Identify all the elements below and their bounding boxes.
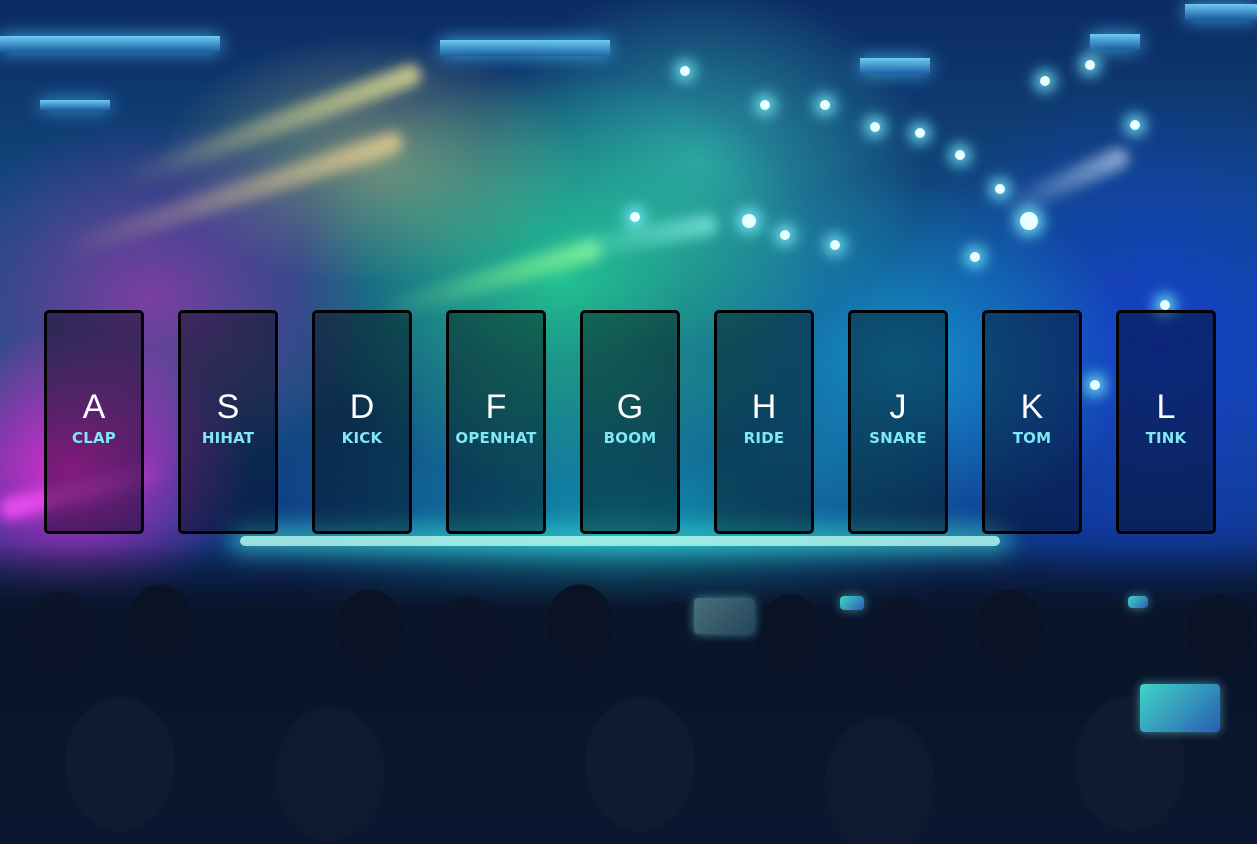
key-sound-label: KICK (341, 429, 383, 447)
drum-key-s[interactable]: S HIHAT (178, 310, 278, 534)
stage-truss (1185, 4, 1257, 20)
stage-light (760, 100, 770, 110)
stage-truss (860, 58, 930, 74)
stage-light (870, 122, 880, 132)
stage-light (995, 184, 1005, 194)
key-sound-label: HIHAT (201, 429, 255, 447)
drum-key-h[interactable]: H RIDE (714, 310, 814, 534)
drum-key-k[interactable]: K TOM (982, 310, 1082, 534)
key-sound-label: RIDE (743, 429, 785, 447)
key-letter: K (1020, 388, 1044, 426)
key-sound-label: CLAP (72, 429, 116, 447)
stage-truss (0, 36, 220, 52)
stage-light (1020, 212, 1038, 230)
drum-key-l[interactable]: L TINK (1116, 310, 1216, 534)
stage-light (780, 230, 790, 240)
stage-light (955, 150, 965, 160)
stage-light (1130, 120, 1140, 130)
stage-light (915, 128, 925, 138)
key-sound-label: TINK (1145, 429, 1187, 447)
stage-light (630, 212, 640, 222)
drum-key-a[interactable]: A CLAP (44, 310, 144, 534)
stage-truss (440, 40, 610, 56)
drum-key-j[interactable]: J SNARE (848, 310, 948, 534)
stage-light (830, 240, 840, 250)
stage-light (1160, 300, 1170, 310)
key-letter: S (216, 388, 240, 426)
crowd-silhouettes (0, 544, 1257, 844)
stage-light (1040, 76, 1050, 86)
stage-light (680, 66, 690, 76)
phone-screen (694, 598, 754, 634)
stage-light (742, 214, 756, 228)
phone-screen (1128, 596, 1148, 608)
stage-light (820, 100, 830, 110)
drum-key-d[interactable]: D KICK (312, 310, 412, 534)
key-letter: F (485, 388, 507, 426)
stage-light (970, 252, 980, 262)
drum-keys-row: A CLAP S HIHAT D KICK F OPENHAT G BOOM H… (44, 310, 1216, 534)
key-letter: J (889, 388, 907, 426)
key-letter: A (82, 388, 106, 426)
phone-screen (1140, 684, 1220, 732)
key-letter: L (1156, 388, 1176, 426)
key-letter: H (751, 388, 777, 426)
key-sound-label: TOM (1012, 429, 1052, 447)
key-sound-label: SNARE (869, 429, 927, 447)
key-sound-label: OPENHAT (455, 429, 537, 447)
stage-truss (40, 100, 110, 110)
key-sound-label: BOOM (603, 429, 657, 447)
stage-light (1085, 60, 1095, 70)
drum-key-f[interactable]: F OPENHAT (446, 310, 546, 534)
drum-key-g[interactable]: G BOOM (580, 310, 680, 534)
light-beam (995, 144, 1133, 222)
key-letter: G (616, 388, 644, 426)
phone-screen (840, 596, 864, 610)
stage-truss (1090, 34, 1140, 50)
key-letter: D (349, 388, 375, 426)
